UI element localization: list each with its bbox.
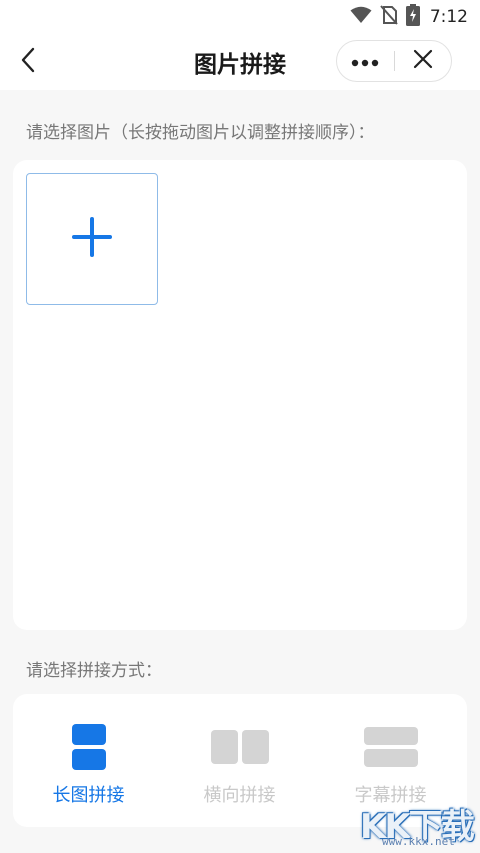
mode-label: 横向拼接	[203, 785, 276, 806]
plus-icon	[72, 217, 112, 261]
more-dots-icon	[351, 52, 379, 71]
horizontal-stitch-icon	[210, 724, 269, 768]
mode-section-label: 请选择拼接方式：	[26, 661, 162, 681]
back-button[interactable]	[10, 46, 46, 78]
mode-horizontal-stitch[interactable]: 横向拼接	[164, 694, 315, 827]
mode-label: 长图拼接	[52, 785, 125, 806]
status-time: 7:12	[429, 7, 468, 27]
vertical-stitch-icon	[71, 724, 106, 774]
close-button[interactable]	[394, 41, 451, 81]
wifi-icon	[350, 6, 372, 28]
more-button[interactable]	[337, 41, 394, 81]
status-bar: 7:12	[0, 0, 480, 34]
watermark-url: www.kkx.net	[382, 835, 455, 848]
close-icon	[413, 49, 433, 73]
subtitle-stitch-icon	[363, 724, 418, 771]
site-watermark: KK下载 www.kkx.net	[356, 799, 476, 849]
mode-vertical-stitch[interactable]: 长图拼接	[13, 694, 164, 827]
battery-charging-icon	[405, 4, 420, 30]
no-sim-icon	[380, 5, 398, 29]
chevron-left-icon	[19, 47, 37, 77]
status-icons: 7:12	[350, 4, 468, 30]
nav-bar: 图片拼接	[0, 34, 480, 90]
image-grid-card	[13, 160, 467, 630]
images-section-label: 请选择图片（长按拖动图片以调整拼接顺序）：	[26, 123, 375, 143]
add-image-button[interactable]	[26, 173, 158, 305]
capsule-menu	[336, 40, 452, 82]
